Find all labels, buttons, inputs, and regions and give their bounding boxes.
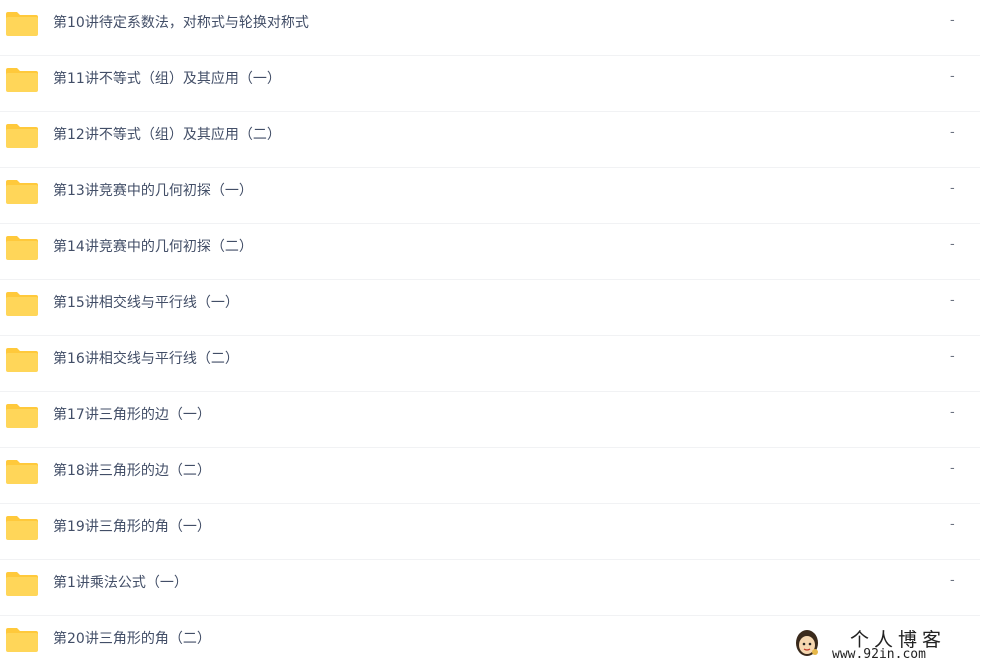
folder-icon [5, 403, 39, 429]
file-size: - [950, 293, 955, 308]
file-name[interactable]: 第12讲不等式（组）及其应用（二） [53, 125, 281, 145]
file-size: - [950, 69, 955, 84]
file-row[interactable]: 第15讲相交线与平行线（一） - [0, 280, 980, 336]
file-list: 第10讲待定系数法，对称式与轮换对称式 - 第11讲不等式（组）及其应用（一） … [0, 0, 984, 667]
file-row[interactable]: 第11讲不等式（组）及其应用（一） - [0, 56, 980, 112]
file-row[interactable]: 第19讲三角形的角（一） - [0, 504, 980, 560]
folder-icon [5, 123, 39, 149]
file-size: - [950, 461, 955, 476]
file-size: - [950, 573, 955, 588]
file-row[interactable]: 第12讲不等式（组）及其应用（二） - [0, 112, 980, 168]
file-name[interactable]: 第16讲相交线与平行线（二） [53, 349, 239, 369]
file-name[interactable]: 第18讲三角形的边（二） [53, 461, 211, 481]
file-name[interactable]: 第10讲待定系数法，对称式与轮换对称式 [53, 13, 309, 33]
folder-icon [5, 11, 39, 37]
file-row[interactable]: 第1讲乘法公式（一） - [0, 560, 980, 616]
folder-icon [5, 347, 39, 373]
file-row[interactable]: 第10讲待定系数法，对称式与轮换对称式 - [0, 0, 980, 56]
file-size: - [950, 125, 955, 140]
file-size: - [950, 517, 955, 532]
file-row[interactable]: 第17讲三角形的边（一） - [0, 392, 980, 448]
file-name[interactable]: 第14讲竞赛中的几何初探（二） [53, 237, 253, 257]
folder-icon [5, 179, 39, 205]
file-size: - [950, 349, 955, 364]
watermark-url: www.92in.com [832, 647, 926, 662]
avatar-icon [794, 628, 820, 658]
file-row[interactable]: 第14讲竞赛中的几何初探（二） - [0, 224, 980, 280]
folder-icon [5, 571, 39, 597]
folder-icon [5, 515, 39, 541]
file-name[interactable]: 第20讲三角形的角（二） [53, 629, 211, 649]
file-name[interactable]: 第17讲三角形的边（一） [53, 405, 211, 425]
file-size: - [950, 181, 955, 196]
file-name[interactable]: 第1讲乘法公式（一） [53, 573, 188, 593]
folder-icon [5, 291, 39, 317]
folder-icon [5, 67, 39, 93]
file-row[interactable]: 第18讲三角形的边（二） - [0, 448, 980, 504]
file-size: - [950, 237, 955, 252]
file-name[interactable]: 第11讲不等式（组）及其应用（一） [53, 69, 281, 89]
file-name[interactable]: 第13讲竞赛中的几何初探（一） [53, 181, 253, 201]
folder-icon [5, 627, 39, 653]
file-name[interactable]: 第19讲三角形的角（一） [53, 517, 211, 537]
watermark: 个人博客 www.92in.com [788, 624, 978, 666]
file-size: - [950, 405, 955, 420]
folder-icon [5, 459, 39, 485]
file-name[interactable]: 第15讲相交线与平行线（一） [53, 293, 239, 313]
folder-icon [5, 235, 39, 261]
file-row[interactable]: 第13讲竞赛中的几何初探（一） - [0, 168, 980, 224]
file-row[interactable]: 第16讲相交线与平行线（二） - [0, 336, 980, 392]
file-size: - [950, 13, 955, 28]
